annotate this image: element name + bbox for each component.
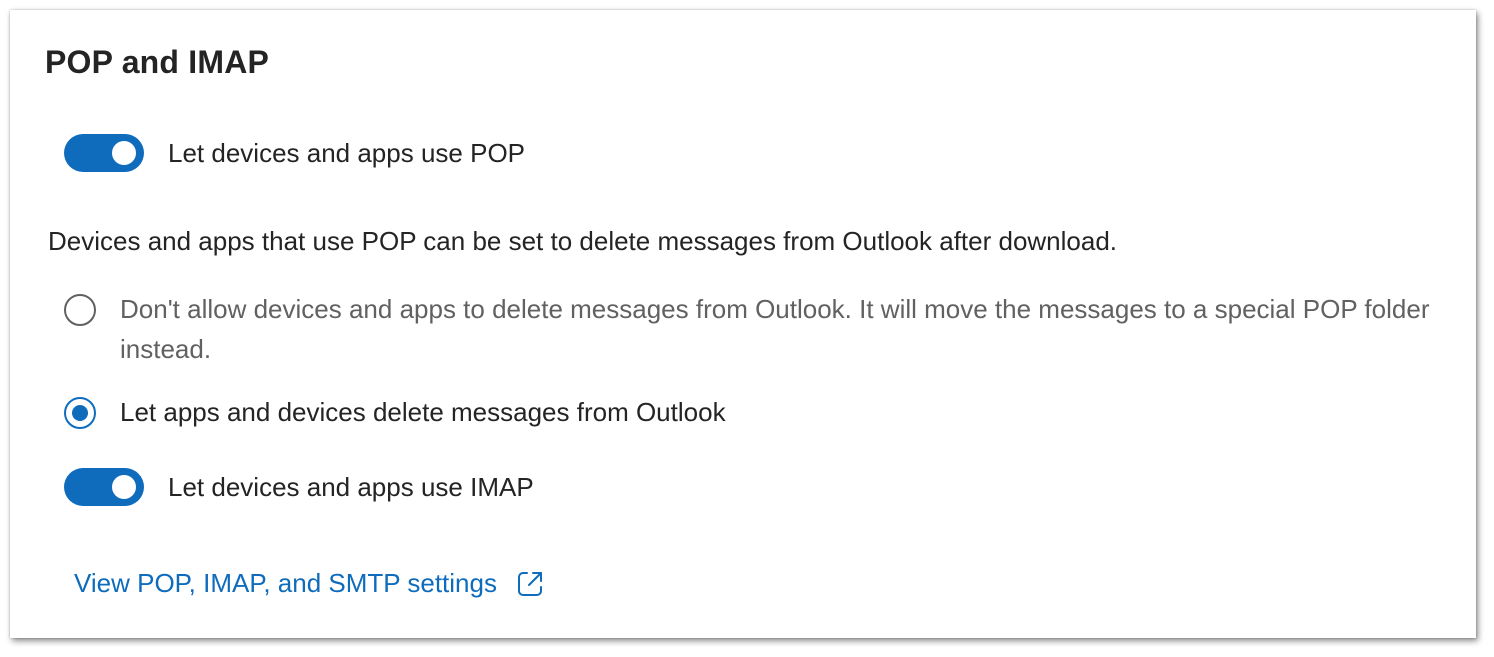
imap-toggle-row[interactable]: Let devices and apps use IMAP xyxy=(64,468,534,506)
pop-imap-settings-panel: POP and IMAP Let devices and apps use PO… xyxy=(10,10,1476,638)
toggle-knob xyxy=(112,475,136,499)
imap-toggle-switch[interactable] xyxy=(64,468,144,506)
view-settings-link[interactable]: View POP, IMAP, and SMTP settings xyxy=(74,568,545,599)
radio-label-allow-delete: Let apps and devices delete messages fro… xyxy=(120,397,726,427)
radio-selected-dot xyxy=(72,405,88,421)
section-title: POP and IMAP xyxy=(45,44,270,80)
radio-option-allow-delete[interactable]: Let apps and devices delete messages fro… xyxy=(64,396,726,432)
radio-label-dont-allow-delete: Don't allow devices and apps to delete m… xyxy=(120,294,1430,364)
toggle-knob xyxy=(112,141,136,165)
pop-toggle-switch[interactable] xyxy=(64,134,144,172)
radio-button-allow-delete[interactable] xyxy=(64,397,96,429)
external-link-icon xyxy=(515,569,545,599)
pop-toggle-row[interactable]: Let devices and apps use POP xyxy=(64,134,525,172)
pop-delete-description: Devices and apps that use POP can be set… xyxy=(48,226,1118,256)
pop-toggle-label: Let devices and apps use POP xyxy=(168,137,526,168)
radio-option-dont-allow-delete[interactable]: Don't allow devices and apps to delete m… xyxy=(64,293,1450,369)
imap-toggle-label: Let devices and apps use IMAP xyxy=(168,471,534,502)
view-settings-link-label: View POP, IMAP, and SMTP settings xyxy=(74,568,497,598)
radio-button-dont-allow-delete[interactable] xyxy=(64,294,96,326)
